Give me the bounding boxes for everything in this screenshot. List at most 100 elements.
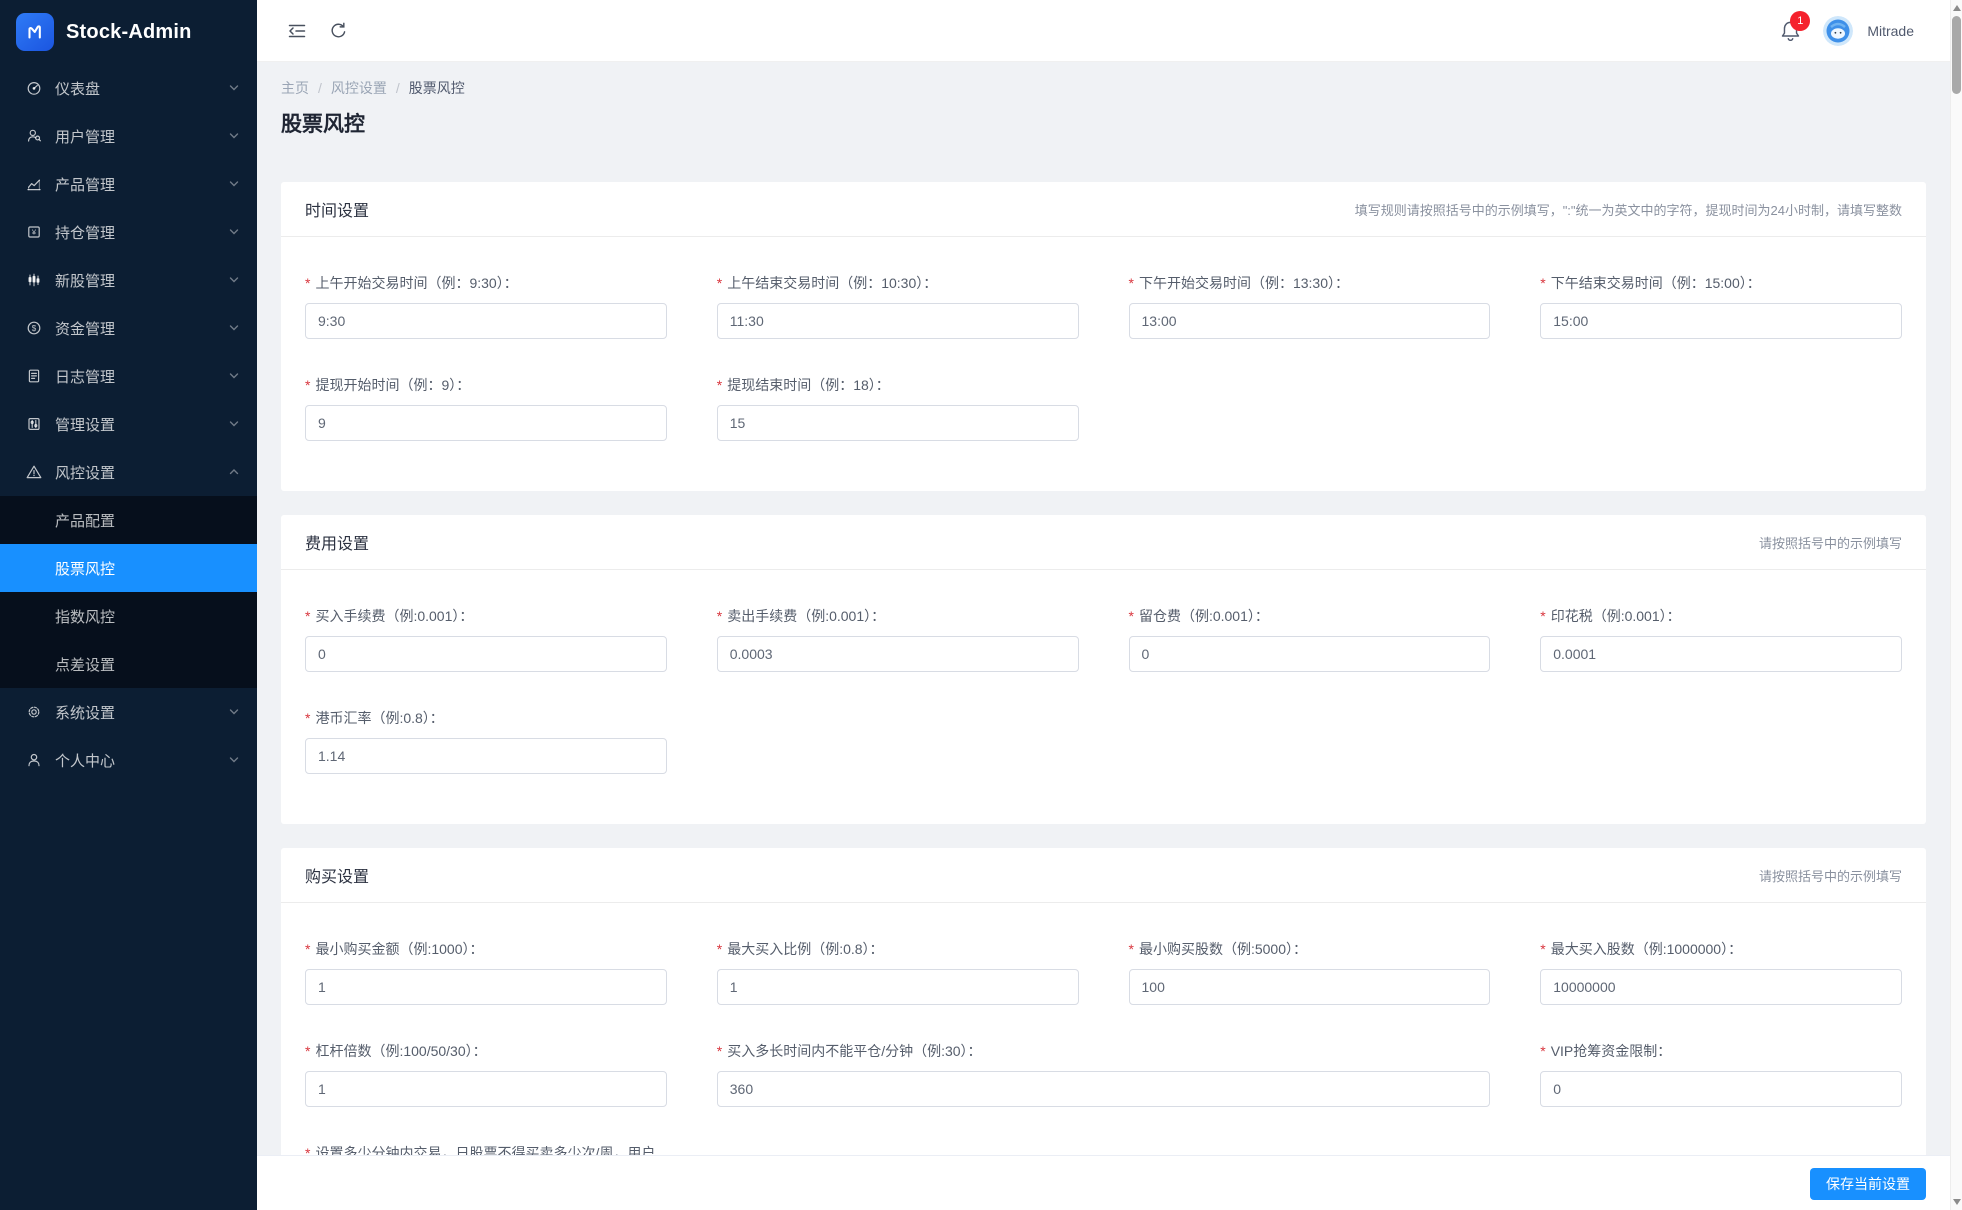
chevron-up-icon bbox=[229, 467, 239, 477]
field-label: *提现结束时间（例：18）： bbox=[717, 375, 1079, 395]
afternoon-close-time-input[interactable] bbox=[1540, 303, 1902, 339]
section-title: 时间设置 bbox=[305, 197, 369, 221]
sidebar-item-user-management[interactable]: 用户管理 bbox=[0, 112, 257, 160]
field-label: *留仓费（例:0.001）： bbox=[1129, 606, 1491, 626]
sidebar-subitem-index-risk[interactable]: 指数风控 bbox=[0, 592, 257, 640]
morning-close-time-input[interactable] bbox=[717, 303, 1079, 339]
chevron-down-icon bbox=[229, 227, 239, 237]
scrollbar-up-arrow-icon[interactable] bbox=[1953, 5, 1961, 11]
form-field: *提现开始时间（例：9）： bbox=[305, 375, 667, 441]
vip-fund-limit-input[interactable] bbox=[1540, 1071, 1902, 1107]
field-label: *上午开始交易时间（例：9:30）： bbox=[305, 273, 667, 293]
system-settings-icon bbox=[26, 704, 42, 720]
funds-icon: $ bbox=[26, 320, 42, 336]
dashboard-icon bbox=[26, 80, 42, 96]
required-mark: * bbox=[305, 710, 310, 726]
required-mark: * bbox=[1129, 275, 1134, 291]
form-field: *最大买入股数（例:1000000）： bbox=[1540, 939, 1902, 1005]
form-field: *最大买入比例（例:0.8）： bbox=[717, 939, 1079, 1005]
notifications-button[interactable]: 1 bbox=[1780, 20, 1801, 41]
form-field: *买入手续费（例:0.001）： bbox=[305, 606, 667, 672]
required-mark: * bbox=[305, 275, 310, 291]
field-label: *杠杆倍数（例:100/50/30）： bbox=[305, 1041, 667, 1061]
morning-open-time-input[interactable] bbox=[305, 303, 667, 339]
subitem-label: 产品配置 bbox=[55, 510, 115, 531]
breadcrumb-home[interactable]: 主页 bbox=[281, 78, 309, 98]
chevron-down-icon bbox=[229, 275, 239, 285]
required-mark: * bbox=[305, 608, 310, 624]
section-title: 购买设置 bbox=[305, 863, 369, 887]
section-hint: 填写规则请按照括号中的示例填写，":"统一为英文中的字符，提现时间为24小时制，… bbox=[1355, 200, 1902, 219]
required-mark: * bbox=[717, 377, 722, 393]
brand-logo-icon bbox=[16, 13, 54, 51]
section-title: 费用设置 bbox=[305, 530, 369, 554]
sidebar-item-label: 管理设置 bbox=[55, 414, 229, 435]
sidebar-subitem-product-config[interactable]: 产品配置 bbox=[0, 496, 257, 544]
avatar[interactable] bbox=[1823, 16, 1853, 46]
page-title: 股票风控 bbox=[281, 110, 1926, 140]
refresh-icon[interactable] bbox=[329, 21, 348, 40]
no-close-minutes-input[interactable] bbox=[717, 1071, 1491, 1107]
breadcrumb: 主页 / 风控设置 / 股票风控 bbox=[281, 78, 1926, 98]
required-mark: * bbox=[1540, 1043, 1545, 1059]
sidebar-item-dashboard[interactable]: 仪表盘 bbox=[0, 64, 257, 112]
breadcrumb-risk-settings[interactable]: 风控设置 bbox=[331, 78, 387, 98]
user-name[interactable]: Mitrade bbox=[1867, 23, 1914, 39]
field-label: *VIP抢筹资金限制： bbox=[1540, 1041, 1902, 1061]
field-label: *卖出手续费（例:0.001）： bbox=[717, 606, 1079, 626]
sidebar-item-label: 新股管理 bbox=[55, 270, 229, 291]
app-logo: Stock-Admin bbox=[0, 0, 257, 64]
hkd-rate-input[interactable] bbox=[305, 738, 667, 774]
sidebar-item-label: 系统设置 bbox=[55, 702, 229, 723]
sidebar-item-position-management[interactable]: ¥ 持仓管理 bbox=[0, 208, 257, 256]
overnight-fee-input[interactable] bbox=[1129, 636, 1491, 672]
menu-fold-icon[interactable] bbox=[287, 21, 307, 41]
sidebar-item-risk-settings[interactable]: 风控设置 bbox=[0, 448, 257, 496]
sidebar-subitem-stock-risk[interactable]: 股票风控 bbox=[0, 544, 257, 592]
sidebar-item-log-management[interactable]: 日志管理 bbox=[0, 352, 257, 400]
svg-text:$: $ bbox=[32, 324, 37, 333]
field-label: *最大买入比例（例:0.8）： bbox=[717, 939, 1079, 959]
subitem-label: 指数风控 bbox=[55, 606, 115, 627]
form-field: *卖出手续费（例:0.001）： bbox=[717, 606, 1079, 672]
sell-fee-input[interactable] bbox=[717, 636, 1079, 672]
field-label: *买入多长时间内不能平仓/分钟（例:30）： bbox=[717, 1041, 1491, 1061]
admin-settings-icon bbox=[26, 416, 42, 432]
sidebar-subitem-spread-settings[interactable]: 点差设置 bbox=[0, 640, 257, 688]
form-field: *杠杆倍数（例:100/50/30）： bbox=[305, 1041, 667, 1107]
save-settings-button[interactable]: 保存当前设置 bbox=[1810, 1168, 1926, 1200]
form-field: *下午结束交易时间（例：15:00）： bbox=[1540, 273, 1902, 339]
chevron-down-icon bbox=[229, 371, 239, 381]
withdraw-end-time-input[interactable] bbox=[717, 405, 1079, 441]
svg-text:¥: ¥ bbox=[32, 228, 37, 237]
afternoon-open-time-input[interactable] bbox=[1129, 303, 1491, 339]
leverage-input[interactable] bbox=[305, 1071, 667, 1107]
min-buy-shares-input[interactable] bbox=[1129, 969, 1491, 1005]
risk-settings-submenu: 产品配置 股票风控 指数风控 点差设置 bbox=[0, 496, 257, 688]
required-mark: * bbox=[1129, 941, 1134, 957]
scrollbar-down-arrow-icon[interactable] bbox=[1953, 1199, 1961, 1205]
sidebar-item-admin-settings[interactable]: 管理设置 bbox=[0, 400, 257, 448]
sidebar-item-system-settings[interactable]: 系统设置 bbox=[0, 688, 257, 736]
stamp-tax-input[interactable] bbox=[1540, 636, 1902, 672]
field-label: *印花税（例:0.001）： bbox=[1540, 606, 1902, 626]
max-buy-ratio-input[interactable] bbox=[717, 969, 1079, 1005]
sidebar-item-new-stock-management[interactable]: 新股管理 bbox=[0, 256, 257, 304]
page-content: 主页 / 风控设置 / 股票风控 股票风控 时间设置 填写规则请按照括号中的示例… bbox=[257, 62, 1962, 1210]
buy-fee-input[interactable] bbox=[305, 636, 667, 672]
form-field: *提现结束时间（例：18）： bbox=[717, 375, 1079, 441]
form-field: *港币汇率（例:0.8）： bbox=[305, 708, 667, 774]
chevron-down-icon bbox=[229, 131, 239, 141]
sidebar-item-product-management[interactable]: 产品管理 bbox=[0, 160, 257, 208]
breadcrumb-current: 股票风控 bbox=[409, 78, 465, 98]
max-buy-shares-input[interactable] bbox=[1540, 969, 1902, 1005]
sidebar-item-profile[interactable]: 个人中心 bbox=[0, 736, 257, 784]
sidebar-item-funds-management[interactable]: $ 资金管理 bbox=[0, 304, 257, 352]
min-buy-amount-input[interactable] bbox=[305, 969, 667, 1005]
logs-icon bbox=[26, 368, 42, 384]
sidebar-item-label: 仪表盘 bbox=[55, 78, 229, 99]
breadcrumb-separator: / bbox=[396, 80, 400, 96]
scrollbar-thumb[interactable] bbox=[1952, 16, 1961, 94]
sidebar-item-label: 风控设置 bbox=[55, 462, 229, 483]
withdraw-start-time-input[interactable] bbox=[305, 405, 667, 441]
